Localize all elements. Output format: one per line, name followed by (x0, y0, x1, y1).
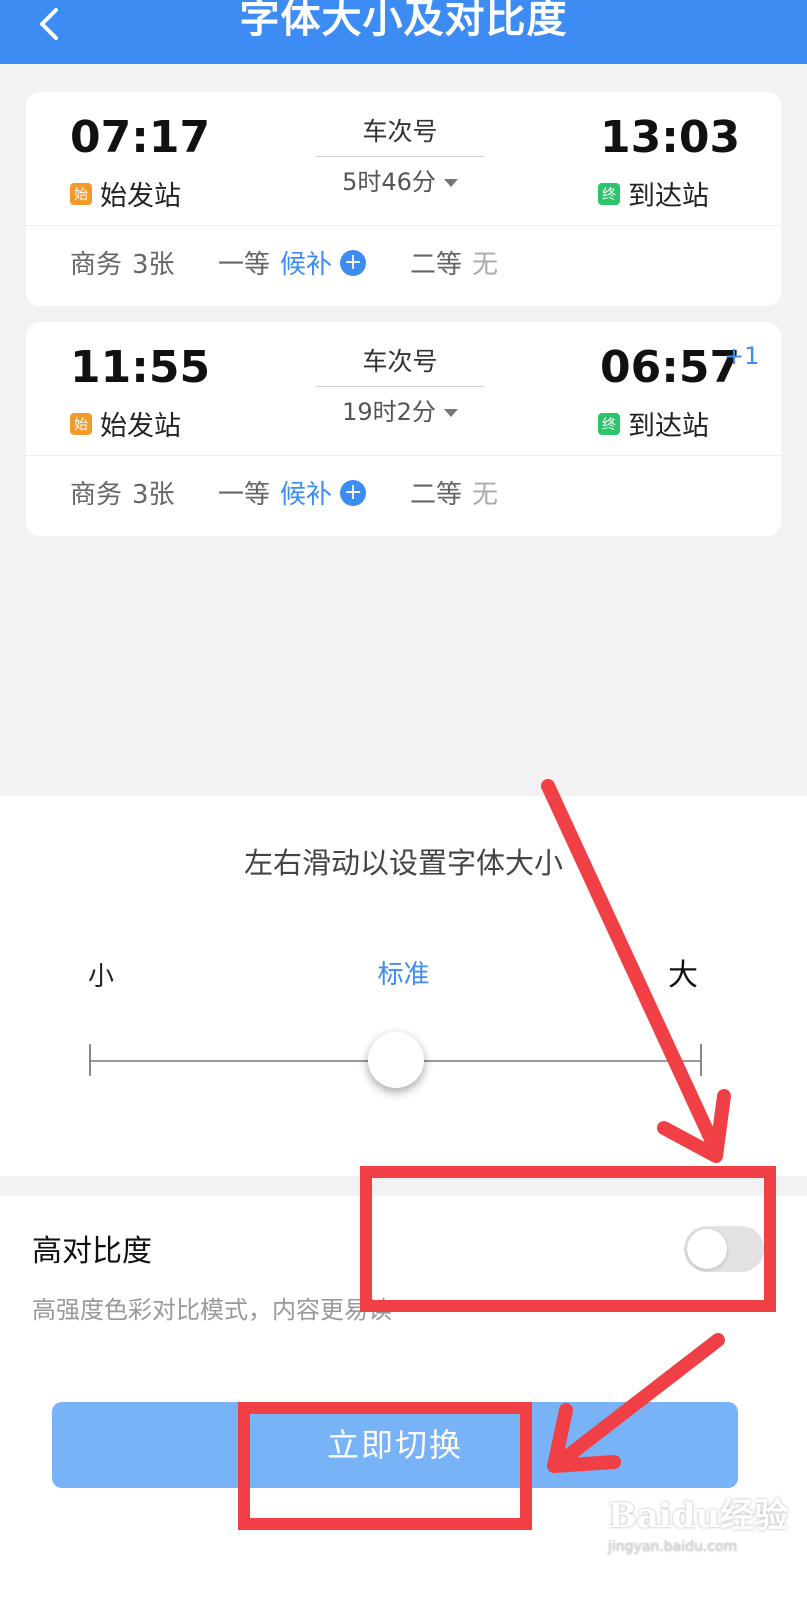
train-card[interactable]: 07:17 始 始发站 车次号 5时46分 13:03 终 到达站 商务 3张 … (26, 92, 781, 306)
seat-count: 无 (472, 250, 499, 280)
duration[interactable]: 5时46分 (316, 162, 484, 197)
top-bar: 字体大小及对比度 (0, 0, 807, 64)
train-card[interactable]: 11:55 始 始发站 车次号 19时2分 06:57 +1 终 到达站 商务 … (26, 322, 781, 536)
departure-station-label: 始发站 (100, 411, 181, 442)
duration-label: 19时2分 (342, 398, 436, 426)
slider-hint: 左右滑动以设置字体大小 (243, 846, 563, 880)
departure-station-label: 始发站 (100, 181, 181, 212)
end-badge: 终 (598, 412, 620, 435)
caret-down-icon (443, 409, 458, 417)
plus-circle-icon[interactable]: + (340, 249, 367, 276)
seat-class-label: 商务 (70, 250, 123, 280)
arrival-station-label: 到达站 (628, 411, 709, 442)
seat-second: 二等 无 (410, 474, 498, 511)
departure-time: 07:17 (70, 112, 211, 163)
start-badge: 始 (70, 182, 92, 205)
arrival-station: 终 到达站 (598, 404, 709, 443)
slider-tick-start (89, 1044, 91, 1076)
slider-tick-end (700, 1044, 702, 1076)
departure-time: 11:55 (70, 342, 211, 393)
seat-class-label: 一等 (218, 480, 271, 510)
seat-class-label: 二等 (410, 480, 463, 510)
page-title: 字体大小及对比度 (239, 0, 568, 42)
font-size-panel: 左右滑动以设置字体大小 小 标准 大 (0, 796, 807, 1176)
seat-first[interactable]: 一等 候补 + (218, 244, 367, 281)
watermark: Baidu经验 jingyan.baidu.com (608, 1488, 798, 1558)
arrival-station-label: 到达站 (628, 181, 709, 212)
next-day-indicator: +1 (724, 342, 760, 370)
waitlist-label[interactable]: 候补 (280, 474, 332, 511)
departure-station: 始 始发站 (70, 404, 181, 443)
seat-class-label: 二等 (410, 250, 463, 280)
size-large-label: 大 (668, 958, 698, 993)
annotation-box-button (238, 1402, 532, 1530)
seat-class-label: 商务 (70, 480, 123, 510)
arrival-station: 终 到达站 (598, 174, 709, 213)
card-divider (26, 455, 781, 456)
train-number: 车次号 (362, 347, 438, 376)
watermark-url: jingyan.baidu.com (608, 1539, 738, 1555)
seat-count: 3张 (132, 480, 175, 510)
card-divider (26, 225, 781, 226)
seat-second: 二等 无 (410, 244, 498, 281)
annotation-box-toggle (360, 1166, 776, 1312)
watermark-brand: Baidu经验 (608, 1496, 789, 1536)
duration[interactable]: 19时2分 (316, 392, 484, 427)
waitlist-label[interactable]: 候补 (280, 244, 332, 281)
slider-knob[interactable] (368, 1032, 424, 1088)
seat-first[interactable]: 一等 候补 + (218, 474, 367, 511)
duration-divider (316, 386, 484, 387)
seat-class-label: 一等 (218, 250, 271, 280)
end-badge: 终 (598, 182, 620, 205)
duration-label: 5时46分 (342, 168, 436, 196)
duration-divider (316, 156, 484, 157)
plus-circle-icon[interactable]: + (340, 479, 367, 506)
contrast-description: 高强度色彩对比模式，内容更易读 (32, 1296, 392, 1324)
arrival-time: 06:57 (600, 342, 741, 393)
start-badge: 始 (70, 412, 92, 435)
caret-down-icon (443, 179, 458, 187)
arrival-time: 13:03 (600, 112, 741, 163)
seat-business: 商务 3张 (70, 244, 175, 281)
departure-station: 始 始发站 (70, 174, 181, 213)
seat-count: 3张 (132, 250, 175, 280)
contrast-title: 高对比度 (32, 1234, 152, 1269)
seat-count: 无 (472, 480, 499, 510)
train-number: 车次号 (362, 117, 438, 146)
seat-business: 商务 3张 (70, 474, 175, 511)
